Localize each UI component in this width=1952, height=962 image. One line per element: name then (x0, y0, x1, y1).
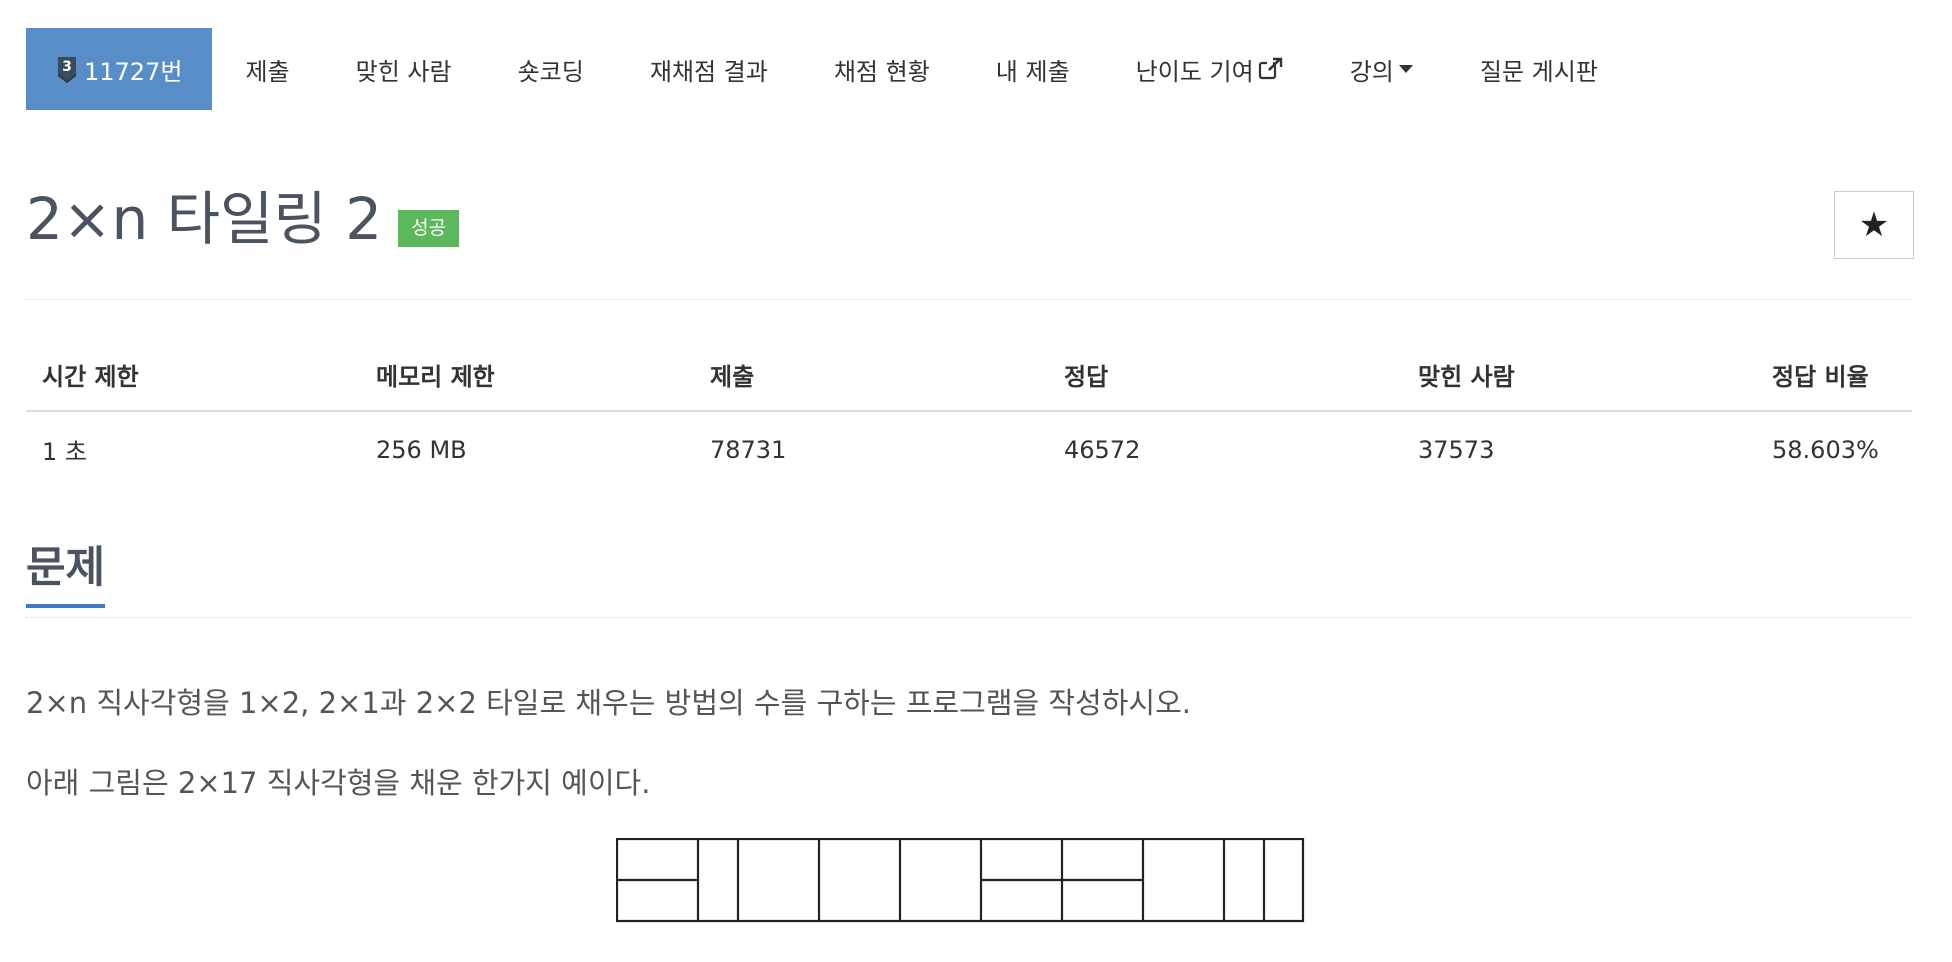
header-accepted: 정답 (1048, 345, 1402, 412)
caret-down-icon (1398, 65, 1413, 73)
figure-outline (616, 838, 1305, 923)
problem-nav: 3 11727번 제출 맞힌 사람 숏코딩 재채점 결과 채점 현황 내 제출 … (26, 28, 1631, 110)
nav-tab-submit[interactable]: 제출 (212, 28, 322, 110)
value-accept-ratio: 58.603% (1772, 435, 1879, 464)
status-badge: 성공 (398, 209, 460, 247)
title-divider (26, 299, 1912, 300)
header-solved-users: 맞힌 사람 (1402, 345, 1756, 412)
star-icon: ★ (1858, 205, 1890, 245)
nav-tab-accepted-users[interactable]: 맞힌 사람 (323, 28, 485, 110)
nav-tab-label: 숏코딩 (517, 57, 584, 86)
nav-tab-short-coding[interactable]: 숏코딩 (485, 28, 617, 110)
value-time-limit: 1 초 (42, 438, 87, 466)
nav-tab-my-submissions[interactable]: 내 제출 (963, 28, 1103, 110)
nav-tab-judge-status[interactable]: 채점 현황 (801, 28, 963, 110)
table-header-row: 시간 제한 메모리 제한 제출 정답 맞힌 사람 정답 비율 (26, 345, 1912, 412)
problem-number: 11727번 (84, 57, 183, 86)
nav-tab-label: 내 제출 (995, 57, 1070, 86)
problem-info-table: 시간 제한 메모리 제한 제출 정답 맞힌 사람 정답 비율 1 초 256 M… (26, 345, 1912, 479)
nav-tab-problem[interactable]: 3 11727번 (26, 28, 213, 110)
nav-tab-label: 질문 게시판 (1479, 57, 1598, 86)
tier-shield-icon: 3 (58, 57, 76, 83)
value-solved-users: 37573 (1418, 435, 1495, 464)
problem-title: 2×n 타일링 2 (26, 185, 383, 253)
header-time-limit: 시간 제한 (26, 345, 360, 412)
header-submissions: 제출 (694, 345, 1048, 412)
value-memory-limit: 256 MB (376, 435, 467, 464)
nav-tab-label: 난이도 기여 (1135, 57, 1254, 86)
nav-tab-label: 채점 현황 (833, 57, 930, 86)
problem-section-header: 문제 (26, 544, 1912, 618)
section-divider (26, 617, 1912, 618)
nav-tab-rejudge-results[interactable]: 재채점 결과 (617, 28, 801, 110)
nav-tab-qna-board[interactable]: 질문 게시판 (1447, 28, 1631, 110)
nav-tab-label: 맞힌 사람 (355, 57, 452, 86)
problem-description-line: 2×n 직사각형을 1×2, 2×1과 2×2 타일로 채우는 방법의 수를 구… (26, 686, 1191, 720)
nav-tab-label: 재채점 결과 (649, 57, 768, 86)
nav-tab-label: 제출 (245, 57, 290, 86)
page: 3 11727번 제출 맞힌 사람 숏코딩 재채점 결과 채점 현황 내 제출 … (0, 0, 1952, 962)
value-accepted: 46572 (1064, 435, 1141, 464)
header-accept-ratio: 정답 비율 (1756, 345, 1912, 412)
section-title: 문제 (26, 544, 106, 609)
header-memory-limit: 메모리 제한 (360, 345, 694, 412)
favorite-star-button[interactable]: ★ (1834, 191, 1914, 259)
problem-description-line: 아래 그림은 2×17 직사각형을 채운 한가지 예이다. (26, 766, 651, 800)
table-row: 1 초 256 MB 78731 46572 37573 58.603% (26, 411, 1912, 479)
nav-tab-label: 강의 (1349, 57, 1394, 86)
tier-level-text: 3 (62, 59, 72, 75)
value-submissions: 78731 (710, 435, 787, 464)
external-link-icon (1258, 57, 1282, 80)
nav-tab-difficulty-contribution[interactable]: 난이도 기여 (1103, 28, 1317, 110)
nav-tab-lectures-dropdown[interactable]: 강의 (1317, 28, 1447, 110)
title-row: 2×n 타일링 2 성공 (26, 185, 460, 253)
tiling-example-figure (616, 838, 1305, 923)
